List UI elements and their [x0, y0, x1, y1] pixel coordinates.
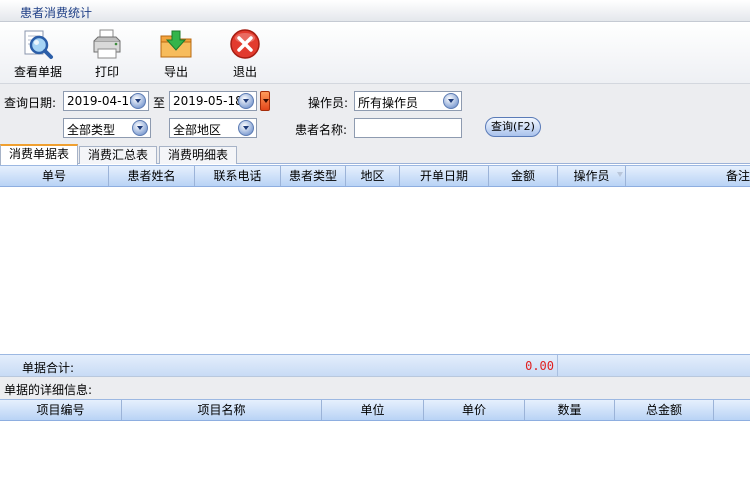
- column-header-patient-name[interactable]: 患者姓名: [109, 166, 195, 186]
- column-header-item-no[interactable]: 项目编号: [0, 400, 122, 420]
- region-value: 全部地区: [173, 123, 222, 137]
- printer-icon: [93, 29, 121, 59]
- column-header-unit-price[interactable]: 单价: [424, 400, 525, 420]
- region-select[interactable]: 全部地区: [169, 118, 257, 138]
- date-label: 查询日期:: [4, 96, 57, 110]
- export-label: 导出: [163, 65, 188, 79]
- tab-bar: 消费单据表 消费汇总表 消费明细表: [0, 144, 750, 165]
- column-header-amount[interactable]: 金额: [489, 166, 558, 186]
- exit-button[interactable]: 退出: [215, 28, 275, 82]
- column-header-item-name[interactable]: 项目名称: [122, 400, 322, 420]
- summary-divider: [557, 355, 558, 376]
- title-bar: 患者消费统计: [0, 0, 750, 22]
- detail-label-text: 单据的详细信息:: [4, 383, 93, 397]
- date-to-picker[interactable]: 2019-05-18: [169, 91, 257, 111]
- date-range-menu-button[interactable]: [260, 91, 270, 111]
- print-label: 打印: [94, 65, 119, 79]
- window-title: 患者消费统计: [20, 6, 93, 20]
- column-header-order-no[interactable]: 单号: [0, 166, 109, 186]
- operator-label: 操作员:: [308, 96, 349, 110]
- print-button[interactable]: 打印: [77, 28, 137, 82]
- column-header-remarks[interactable]: 备注: [626, 166, 750, 186]
- summary-row: 单据合计: 0.00: [0, 354, 750, 377]
- patient-type-value: 全部类型: [67, 123, 116, 137]
- tab-consumption-details[interactable]: 消费明细表: [159, 146, 237, 164]
- operator-value: 所有操作员: [358, 96, 419, 110]
- column-header-phone[interactable]: 联系电话: [195, 166, 281, 186]
- exit-label: 退出: [232, 65, 257, 79]
- summary-label: 单据合计:: [22, 361, 75, 375]
- dropdown-icon[interactable]: [238, 120, 254, 136]
- detail-table-body[interactable]: [0, 421, 750, 500]
- operator-select[interactable]: 所有操作员: [354, 91, 462, 111]
- main-table-header: 单号 患者姓名 联系电话 患者类型 地区 开单日期 金额 操作员 备注: [0, 165, 750, 187]
- column-header-date[interactable]: 开单日期: [400, 166, 489, 186]
- toolbar: 查看单据 打印 导出 退出: [0, 22, 750, 84]
- date-from-picker[interactable]: 2019-04-18: [63, 91, 149, 111]
- to-label: 至: [153, 96, 166, 110]
- view-document-label: 查看单据: [13, 65, 62, 79]
- dropdown-icon[interactable]: [132, 120, 148, 136]
- column-header-unit[interactable]: 单位: [322, 400, 424, 420]
- column-header-quantity[interactable]: 数量: [525, 400, 615, 420]
- filter-panel: 查询日期: 2019-04-18 至 2019-05-18 操作员: 所有操作员…: [0, 84, 750, 144]
- dropdown-icon[interactable]: [238, 93, 254, 109]
- magnifier-document-icon: [24, 30, 53, 59]
- summary-total: 0.00: [525, 359, 554, 373]
- view-document-button[interactable]: 查看单据: [8, 28, 68, 82]
- tab-consumption-documents[interactable]: 消费单据表: [0, 144, 78, 165]
- tab-consumption-summary[interactable]: 消费汇总表: [79, 146, 157, 164]
- patient-name-label: 患者名称:: [295, 123, 348, 137]
- column-header-operator-label: 操作员: [573, 169, 610, 183]
- detail-section-label: 单据的详细信息:: [0, 377, 750, 399]
- date-from-value: 2019-04-18: [67, 94, 137, 108]
- column-header-operator[interactable]: 操作员: [558, 166, 626, 186]
- column-header-total-amount[interactable]: 总金额: [615, 400, 714, 420]
- patient-type-select[interactable]: 全部类型: [63, 118, 151, 138]
- dropdown-icon[interactable]: [130, 93, 146, 109]
- column-header-patient-type[interactable]: 患者类型: [281, 166, 346, 186]
- patient-name-input[interactable]: [354, 118, 462, 138]
- date-to-value: 2019-05-18: [173, 94, 243, 108]
- close-circle-icon: [230, 29, 260, 59]
- main-table-body[interactable]: [0, 187, 750, 354]
- dropdown-icon[interactable]: [443, 93, 459, 109]
- export-folder-icon: [160, 30, 192, 58]
- export-button[interactable]: 导出: [146, 28, 206, 82]
- detail-table-header: 项目编号 项目名称 单位 单价 数量 总金额: [0, 399, 750, 421]
- sort-icon: [617, 172, 623, 177]
- column-header-region[interactable]: 地区: [346, 166, 400, 186]
- query-button[interactable]: 查询(F2): [485, 117, 541, 137]
